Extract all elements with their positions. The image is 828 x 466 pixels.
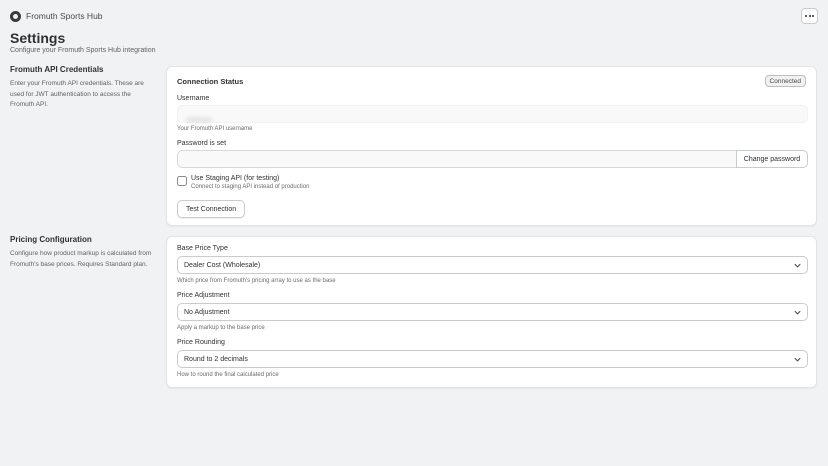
pricing-section-title: Pricing Configuration <box>10 235 92 244</box>
password-row: Change password <box>177 150 808 168</box>
chevron-down-icon <box>794 263 801 268</box>
more-horizontal-icon <box>812 15 814 17</box>
base-price-type-value: Dealer Cost (Wholesale) <box>184 261 261 269</box>
app-logo-icon <box>10 11 21 22</box>
credentials-section-info: Fromuth API Credentials Enter your Fromu… <box>10 65 155 111</box>
connection-status-card: Connection Status Connected Username rbe… <box>166 66 817 226</box>
price-rounding-select[interactable]: Round to 2 decimals <box>177 350 808 368</box>
app-name: Fromuth Sports Hub <box>26 11 103 21</box>
more-horizontal-icon <box>808 15 811 17</box>
price-rounding-value: Round to 2 decimals <box>184 355 248 363</box>
pricing-section-info: Pricing Configuration Configure how prod… <box>10 235 155 270</box>
base-price-type-help: Which price from Fromuth's pricing array… <box>177 278 336 284</box>
price-rounding-help: How to round the final calculated price <box>177 372 279 378</box>
username-value: rbekwim <box>186 117 213 124</box>
test-connection-button[interactable]: Test Connection <box>177 200 246 218</box>
card-title: Connection Status <box>177 77 244 86</box>
price-rounding-label: Price Rounding <box>177 339 225 346</box>
password-input[interactable] <box>177 150 737 168</box>
chevron-down-icon <box>794 357 801 362</box>
more-actions-button[interactable] <box>801 8 818 24</box>
credentials-section-description: Enter your Fromuth API credentials. Thes… <box>10 80 144 108</box>
base-price-type-label: Base Price Type <box>177 245 228 252</box>
pricing-section-description: Configure how product markup is calculat… <box>10 250 152 268</box>
more-horizontal-icon <box>805 15 807 17</box>
username-help: Your Fromuth API username <box>177 126 253 132</box>
price-adjustment-label: Price Adjustment <box>177 292 230 299</box>
top-bar: Fromuth Sports Hub <box>10 8 818 30</box>
chevron-down-icon <box>794 310 801 315</box>
pricing-configuration-card: Base Price Type Dealer Cost (Wholesale) … <box>166 236 817 388</box>
username-input[interactable]: rbekwim <box>177 105 808 124</box>
page-subtitle: Configure your Fromuth Sports Hub integr… <box>10 47 156 54</box>
page-title: Settings <box>10 30 66 46</box>
credentials-section-title: Fromuth API Credentials <box>10 65 104 74</box>
base-price-type-select[interactable]: Dealer Cost (Wholesale) <box>177 256 808 274</box>
change-password-button[interactable]: Change password <box>736 150 808 168</box>
price-adjustment-help: Apply a markup to the base price <box>177 325 265 331</box>
price-adjustment-value: No Adjustment <box>184 308 230 316</box>
staging-api-help: Connect to staging API instead of produc… <box>191 184 310 190</box>
price-adjustment-select[interactable]: No Adjustment <box>177 303 808 321</box>
password-label: Password is set <box>177 140 227 147</box>
staging-api-checkbox[interactable] <box>177 176 187 186</box>
staging-api-label[interactable]: Use Staging API (for testing) <box>191 175 279 182</box>
username-label: Username <box>177 95 210 102</box>
status-badge: Connected <box>764 75 806 87</box>
